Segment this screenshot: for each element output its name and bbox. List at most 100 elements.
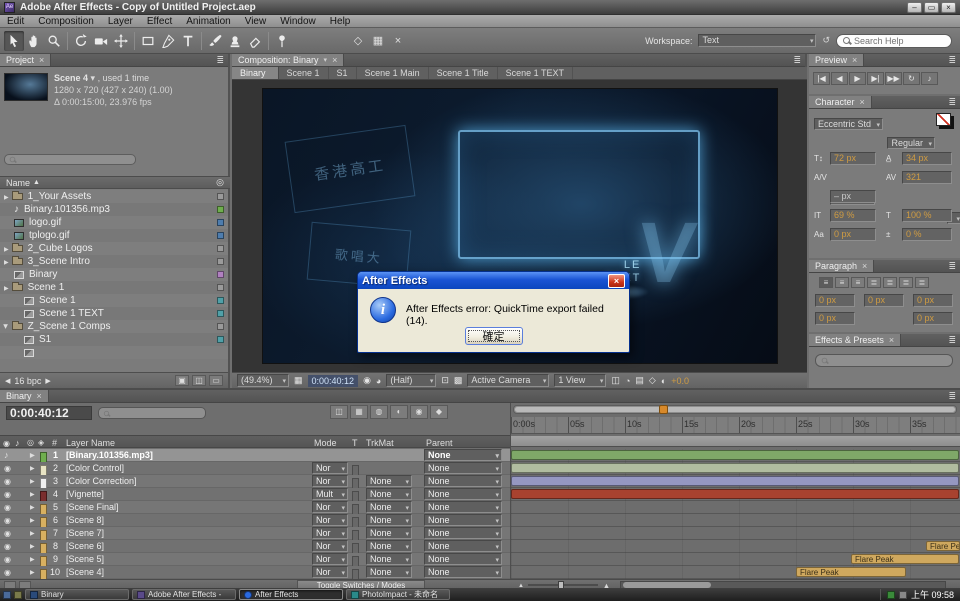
workspace-dropdown[interactable]: Text <box>698 34 816 47</box>
camera-tool-icon[interactable] <box>91 31 111 51</box>
panel-menu-icon[interactable] <box>789 55 805 66</box>
mask-rectangle-tool-icon[interactable] <box>138 31 158 51</box>
time-ruler[interactable]: 0:00s 05s 10s 15s 20s 25s 30s 35s <box>511 417 960 434</box>
transparency-grid-icon[interactable]: ▩ <box>454 375 463 386</box>
project-row[interactable]: Binary.101356.mp3 <box>0 203 228 216</box>
viewer-tab-scene1[interactable]: Scene 1 <box>279 67 329 79</box>
label-color-chip[interactable] <box>217 297 224 304</box>
next-frame-icon[interactable]: ▶| <box>867 72 884 85</box>
menu-edit[interactable]: Edit <box>0 16 31 27</box>
layer-name[interactable]: [Scene 4] <box>66 566 104 578</box>
expand-icon[interactable] <box>30 501 35 513</box>
layer-row[interactable]: 1 [Binary.101356.mp3] None <box>0 449 510 462</box>
panel-menu-icon[interactable] <box>944 55 960 66</box>
new-composition-icon[interactable]: ◫ <box>192 375 206 386</box>
scroll-right-icon[interactable]: ▶ <box>45 377 50 385</box>
timeline-icon[interactable]: ▤ <box>635 375 644 386</box>
align-center-icon[interactable]: ≡ <box>835 277 849 288</box>
expand-icon[interactable] <box>4 256 9 267</box>
trkmat-dropdown[interactable]: None <box>366 527 412 539</box>
project-search-field[interactable] <box>4 154 136 165</box>
parent-dropdown[interactable]: None <box>424 553 502 565</box>
layer-row[interactable]: 3 [Color Correction] Nor None None <box>0 475 510 488</box>
space-before-field[interactable]: 0 px <box>815 312 855 325</box>
camera-dropdown[interactable]: Active Camera <box>467 374 549 387</box>
trkmat-column[interactable]: TrkMat <box>366 438 394 448</box>
menu-effect[interactable]: Effect <box>140 16 179 27</box>
panel-menu-icon[interactable] <box>212 55 228 66</box>
fast-previews-icon[interactable]: ◔ <box>625 376 630 386</box>
scroll-left-icon[interactable]: ◀ <box>5 377 10 385</box>
project-row[interactable]: S1 <box>0 333 228 346</box>
draft-3d-icon[interactable]: ▦ <box>350 405 368 419</box>
align-right-icon[interactable]: ≡ <box>851 277 865 288</box>
layer-row[interactable]: 9 [Scene 5] Nor None None <box>0 553 510 566</box>
audio-mute-icon[interactable]: ♪ <box>921 72 938 85</box>
expand-icon[interactable] <box>30 527 35 539</box>
expand-icon[interactable] <box>30 514 35 526</box>
hide-shy-layers-icon[interactable]: ◍ <box>370 405 388 419</box>
layer-name[interactable]: [Scene 6] <box>66 540 104 552</box>
grid-options-icon[interactable]: ▦ <box>368 31 388 51</box>
close-icon[interactable] <box>39 55 44 65</box>
parent-dropdown[interactable]: None <box>424 449 502 461</box>
visibility-icon[interactable] <box>4 475 11 487</box>
mode-dropdown[interactable]: Nor <box>312 462 348 474</box>
justify-last-right-icon[interactable]: ≣ <box>899 277 913 288</box>
expand-icon[interactable] <box>1 324 12 329</box>
layer-row[interactable]: 6 [Scene 8] Nor None None <box>0 514 510 527</box>
rotate-tool-icon[interactable] <box>71 31 91 51</box>
close-icon[interactable] <box>889 335 894 345</box>
label-color-chip[interactable] <box>217 232 224 239</box>
tracking-field[interactable]: 321 <box>902 171 952 184</box>
first-frame-icon[interactable]: |◀ <box>813 72 830 85</box>
snap-toggle-icon[interactable]: × <box>388 31 408 51</box>
trkmat-dropdown[interactable]: None <box>366 566 412 578</box>
column-options-icon[interactable]: ◎ <box>216 177 224 188</box>
expand-icon[interactable] <box>30 462 35 474</box>
resolution-dropdown[interactable]: (Half) <box>386 374 436 387</box>
quick-launch-icon[interactable] <box>3 591 11 599</box>
timeline-zoom-slider[interactable] <box>528 584 598 586</box>
taskbar-button-binary[interactable]: Binary <box>25 589 129 600</box>
current-time-display[interactable]: 0:00:40:12 <box>308 375 359 387</box>
expand-icon[interactable] <box>30 553 35 565</box>
project-row[interactable]: tplogo.gif <box>0 229 228 242</box>
taskbar-button-photoimpact[interactable]: PhotoImpact - 未命名 <box>346 589 450 600</box>
dialog-close-button[interactable]: × <box>608 274 625 288</box>
layer-duration-bar[interactable]: Flare Peak <box>926 541 960 551</box>
region-of-interest-icon[interactable]: ⊡ <box>441 375 449 386</box>
viewer-tab-binary[interactable]: Binary <box>232 67 279 79</box>
parent-dropdown[interactable]: None <box>424 514 502 526</box>
puppet-pin-tool-icon[interactable] <box>272 31 292 51</box>
label-color-chip[interactable] <box>217 193 224 200</box>
project-row[interactable]: Scene 1 TEXT <box>0 307 228 320</box>
project-row[interactable]: Binary <box>0 268 228 281</box>
layer-duration-bar[interactable]: Flare Peak <box>851 554 959 564</box>
font-size-field[interactable]: 72 px <box>830 152 876 165</box>
work-area-marker[interactable] <box>659 405 668 414</box>
project-row[interactable]: logo.gif <box>0 216 228 229</box>
font-style-dropdown[interactable]: Regular <box>887 137 935 149</box>
justify-all-icon[interactable]: ≣ <box>915 277 929 288</box>
layer-number-column[interactable]: # <box>52 438 57 448</box>
visibility-icon[interactable] <box>4 566 11 578</box>
panel-menu-icon[interactable] <box>944 391 960 402</box>
layer-row[interactable]: 8 [Scene 6] Nor None None <box>0 540 510 553</box>
panel-menu-icon[interactable] <box>944 261 960 272</box>
menu-composition[interactable]: Composition <box>31 16 101 27</box>
mode-dropdown[interactable]: Nor <box>312 540 348 552</box>
work-area-bar[interactable] <box>511 436 960 447</box>
horizontal-scale-field[interactable]: 100 % <box>902 209 952 222</box>
visibility-icon[interactable] <box>4 540 11 552</box>
panel-menu-icon[interactable] <box>944 97 960 108</box>
expand-icon[interactable] <box>4 191 9 202</box>
visibility-icon[interactable] <box>4 462 11 474</box>
guides-grid-icon[interactable]: ▦ <box>294 375 303 386</box>
parent-dropdown[interactable]: None <box>424 475 502 487</box>
layer-duration-bar[interactable] <box>511 450 959 460</box>
layer-name[interactable]: [Scene 8] <box>66 514 104 526</box>
justify-last-center-icon[interactable]: ≣ <box>883 277 897 288</box>
timeline-tab[interactable]: Binary <box>0 390 49 402</box>
space-after-field[interactable]: 0 px <box>913 312 953 325</box>
